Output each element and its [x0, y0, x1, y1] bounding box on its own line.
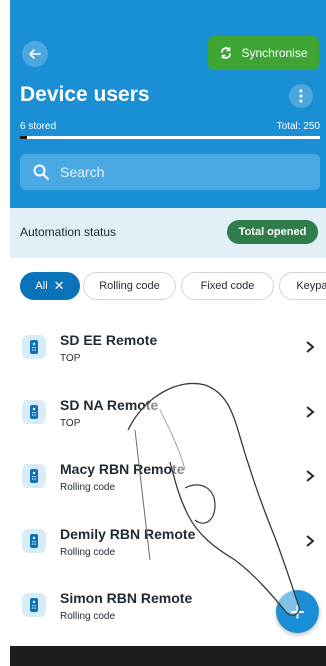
status-badge[interactable]: Total opened	[227, 220, 318, 244]
total-count: Total: 250	[276, 121, 320, 132]
remote-icon	[22, 529, 46, 553]
user-type: TOP	[60, 353, 81, 364]
filter-chip-label: All	[35, 280, 48, 292]
filter-chip-fixed-code[interactable]: Fixed code	[181, 272, 274, 300]
automation-status-bar: Automation status Total opened	[10, 208, 326, 258]
search-icon	[33, 164, 49, 180]
arrow-left-icon	[29, 49, 41, 59]
more-vertical-icon	[299, 89, 303, 103]
filter-chip-rolling-code[interactable]: Rolling code	[83, 272, 176, 300]
user-name: Demily RBN Remote	[60, 526, 196, 542]
user-name: Macy RBN Remote	[60, 461, 185, 477]
synchronise-label: Synchronise	[241, 46, 308, 60]
remote-icon	[22, 464, 46, 488]
search-input[interactable]: Search	[20, 154, 320, 190]
sync-icon	[221, 47, 232, 59]
capacity-progress-bar	[20, 136, 320, 139]
plus-icon: +	[289, 596, 306, 627]
filter-chip-label: Keypad	[296, 280, 326, 292]
remote-icon	[22, 335, 46, 359]
user-name: SD NA Remote	[60, 397, 159, 413]
remote-icon	[22, 593, 46, 617]
remote-icon	[22, 400, 46, 424]
filter-chip-keypad[interactable]: Keypad	[279, 272, 326, 300]
more-options-button[interactable]	[289, 84, 313, 108]
automation-status-label: Automation status	[20, 225, 117, 239]
filter-chip-label: Rolling code	[99, 280, 160, 292]
back-button[interactable]	[22, 41, 48, 67]
user-type: Rolling code	[60, 482, 116, 493]
system-nav-bar	[10, 646, 326, 666]
app-screen: Synchronise Device users 6 stored Total:…	[10, 0, 326, 666]
page-title: Device users	[20, 83, 150, 106]
add-user-button[interactable]: +	[276, 590, 319, 633]
user-type: TOP	[60, 418, 81, 429]
list-item[interactable]: Demily RBN Remote Rolling code	[10, 512, 326, 572]
user-name: Simon RBN Remote	[60, 590, 193, 606]
header: Synchronise Device users 6 stored Total:…	[10, 0, 326, 208]
filter-chips: All ✕ Rolling code Fixed code Keypad	[20, 272, 326, 300]
list-item[interactable]: Macy RBN Remote Rolling code	[10, 447, 326, 507]
stored-count: 6 stored	[20, 121, 57, 132]
list-item[interactable]: SD EE Remote TOP	[10, 318, 326, 378]
chevron-right-icon	[306, 535, 315, 547]
user-type: Rolling code	[60, 547, 116, 558]
close-icon[interactable]: ✕	[54, 278, 65, 294]
list-item[interactable]: SD NA Remote TOP	[10, 383, 326, 443]
capacity-progress-fill	[20, 136, 28, 139]
filter-chip-all[interactable]: All ✕	[20, 272, 80, 300]
synchronise-button[interactable]: Synchronise	[208, 36, 319, 70]
chevron-right-icon	[306, 341, 315, 353]
user-name: SD EE Remote	[60, 332, 158, 348]
chevron-right-icon	[306, 470, 315, 482]
user-type: Rolling code	[60, 611, 116, 622]
chevron-right-icon	[306, 406, 315, 418]
search-placeholder: Search	[60, 164, 105, 180]
filter-chip-label: Fixed code	[200, 280, 255, 292]
